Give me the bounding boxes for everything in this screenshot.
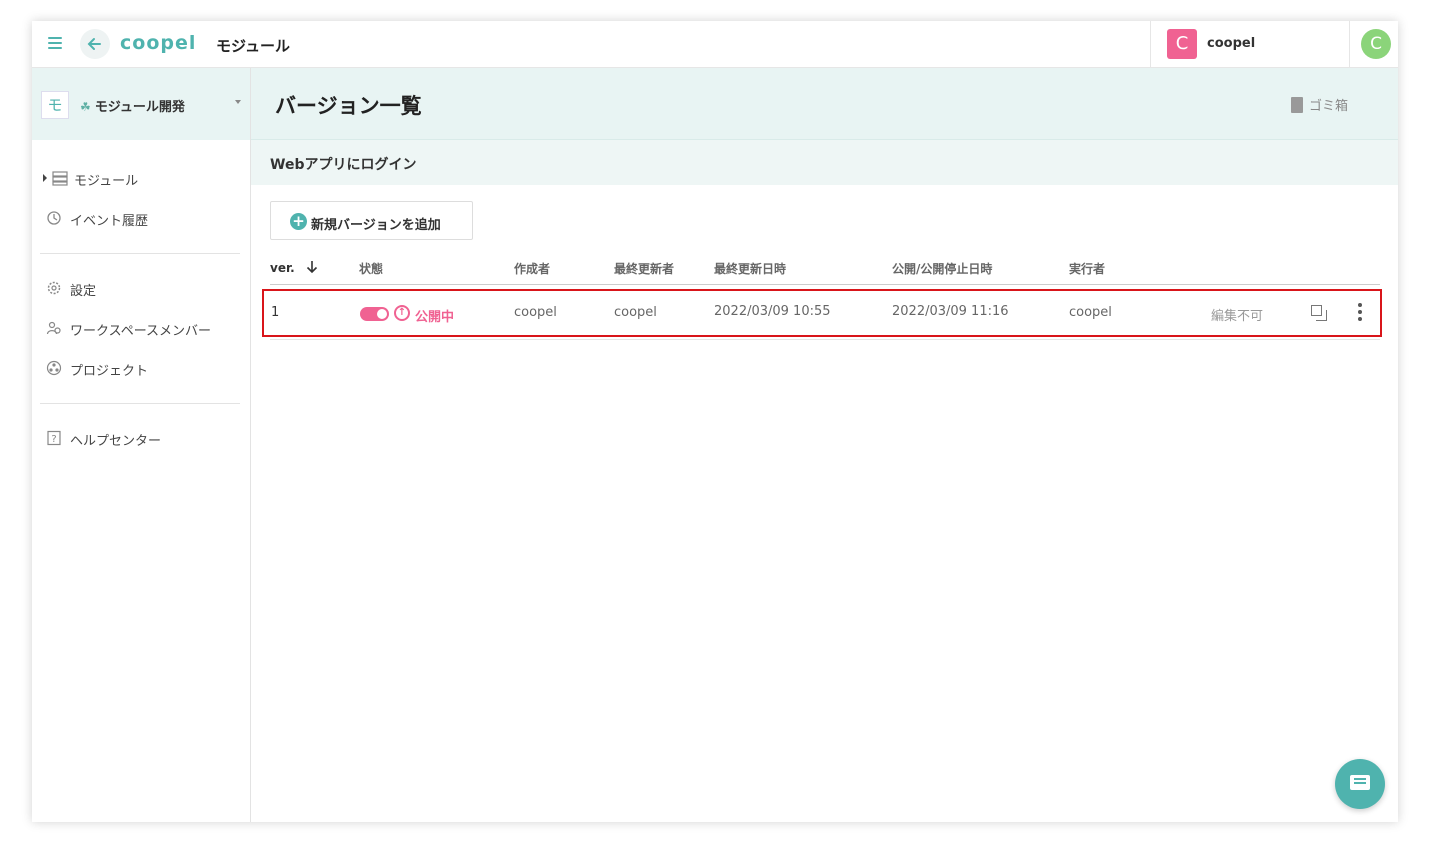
history-icon	[46, 210, 62, 226]
row-divider	[270, 339, 1380, 340]
table-row[interactable]: 1 ↑ 公開中 coopel coopel 2022/03/09 10:55 2…	[262, 289, 1382, 337]
menu-icon[interactable]	[48, 37, 62, 51]
sort-arrow-down-icon	[306, 261, 317, 274]
arrow-left-icon	[87, 38, 101, 50]
sidebar-divider	[40, 253, 240, 254]
help-icon: ?	[46, 430, 62, 446]
logo[interactable]: coopel	[120, 32, 196, 54]
upload-icon: ↑	[394, 305, 410, 321]
project-icon	[46, 360, 62, 376]
creator-cell: coopel	[514, 305, 557, 320]
sidebar-item-members[interactable]: ワークスペースメンバー	[32, 314, 250, 342]
app-title: モジュール	[216, 37, 290, 55]
sidebar-item-project[interactable]: プロジェクト	[32, 354, 250, 382]
column-header-updater: 最終更新者	[614, 262, 675, 276]
module-name: Webアプリにログイン	[270, 157, 417, 173]
user-avatar[interactable]: C	[1361, 29, 1391, 59]
back-button[interactable]	[80, 29, 110, 59]
page-header: バージョン一覧 ゴミ箱	[251, 68, 1398, 140]
updated-at-cell: 2022/03/09 10:55	[714, 304, 831, 319]
top-bar: coopel モジュール C coopel C	[32, 21, 1398, 68]
project-name: ☘ モジュール開発	[80, 100, 185, 115]
column-header-version[interactable]: ver.	[270, 260, 319, 275]
copy-icon[interactable]	[1311, 305, 1327, 321]
updater-cell: coopel	[614, 305, 657, 320]
members-icon	[46, 320, 62, 336]
sidebar-item-label: イベント履歴	[70, 214, 149, 229]
chat-button[interactable]	[1335, 759, 1385, 809]
sidebar-item-label: プロジェクト	[70, 364, 149, 379]
sidebar-item-label: ヘルプセンター	[70, 434, 162, 449]
gear-icon	[46, 280, 62, 296]
sidebar-item-event-history[interactable]: イベント履歴	[32, 204, 250, 232]
trash-button[interactable]: ゴミ箱	[1291, 95, 1348, 114]
sidebar-item-label: ワークスペースメンバー	[70, 324, 212, 339]
add-version-button[interactable]: + 新規バージョンを追加	[270, 201, 473, 240]
column-header-updated-at: 最終更新日時	[714, 262, 787, 276]
project-selector[interactable]: モ ☘ モジュール開発	[32, 68, 250, 140]
status-badge: 公開中	[415, 310, 455, 325]
publish-toggle[interactable]	[360, 307, 389, 321]
project-badge: モ	[41, 91, 69, 119]
published-at-cell: 2022/03/09 11:16	[892, 304, 1009, 319]
executor-cell: coopel	[1069, 305, 1112, 320]
more-vertical-icon[interactable]	[1356, 303, 1364, 323]
workspace-avatar: C	[1167, 29, 1197, 59]
column-header-status: 状態	[359, 262, 384, 276]
workspace-switcher[interactable]: C coopel	[1150, 21, 1350, 68]
plus-circle-icon: +	[290, 213, 307, 230]
server-icon	[52, 170, 68, 186]
cluster-icon: ☘	[80, 100, 91, 114]
sidebar-item-label: 設定	[70, 284, 97, 299]
workspace-name: coopel	[1207, 36, 1256, 51]
caret-right-icon	[43, 174, 47, 182]
column-header-creator: 作成者	[514, 262, 551, 276]
trash-icon	[1291, 97, 1303, 113]
sidebar-item-module[interactable]: モジュール	[32, 164, 250, 192]
page-title: バージョン一覧	[275, 94, 422, 118]
table-header-divider	[270, 284, 1380, 285]
version-cell: 1	[271, 305, 280, 320]
main-content: バージョン一覧 ゴミ箱 Webアプリにログイン + 新規バージョンを追加 ver…	[251, 68, 1398, 822]
sidebar-item-settings[interactable]: 設定	[32, 274, 250, 302]
svg-text:?: ?	[51, 434, 56, 445]
column-header-executor: 実行者	[1069, 262, 1106, 276]
chevron-down-icon	[235, 100, 241, 104]
sidebar-item-label: モジュール	[74, 174, 139, 189]
app-window: coopel モジュール C coopel C モ ☘ モジュール開発 モジュール…	[32, 21, 1398, 822]
sidebar: モ ☘ モジュール開発 モジュール イベント履歴 設定 ワークスペースメンバー …	[32, 68, 251, 822]
chat-icon	[1350, 775, 1370, 790]
sidebar-item-help[interactable]: ? ヘルプセンター	[32, 424, 250, 452]
sidebar-divider	[40, 403, 240, 404]
edit-state-label: 編集不可	[1211, 309, 1264, 324]
module-header: Webアプリにログイン	[251, 140, 1398, 185]
column-header-published-at: 公開/公開停止日時	[892, 262, 993, 276]
